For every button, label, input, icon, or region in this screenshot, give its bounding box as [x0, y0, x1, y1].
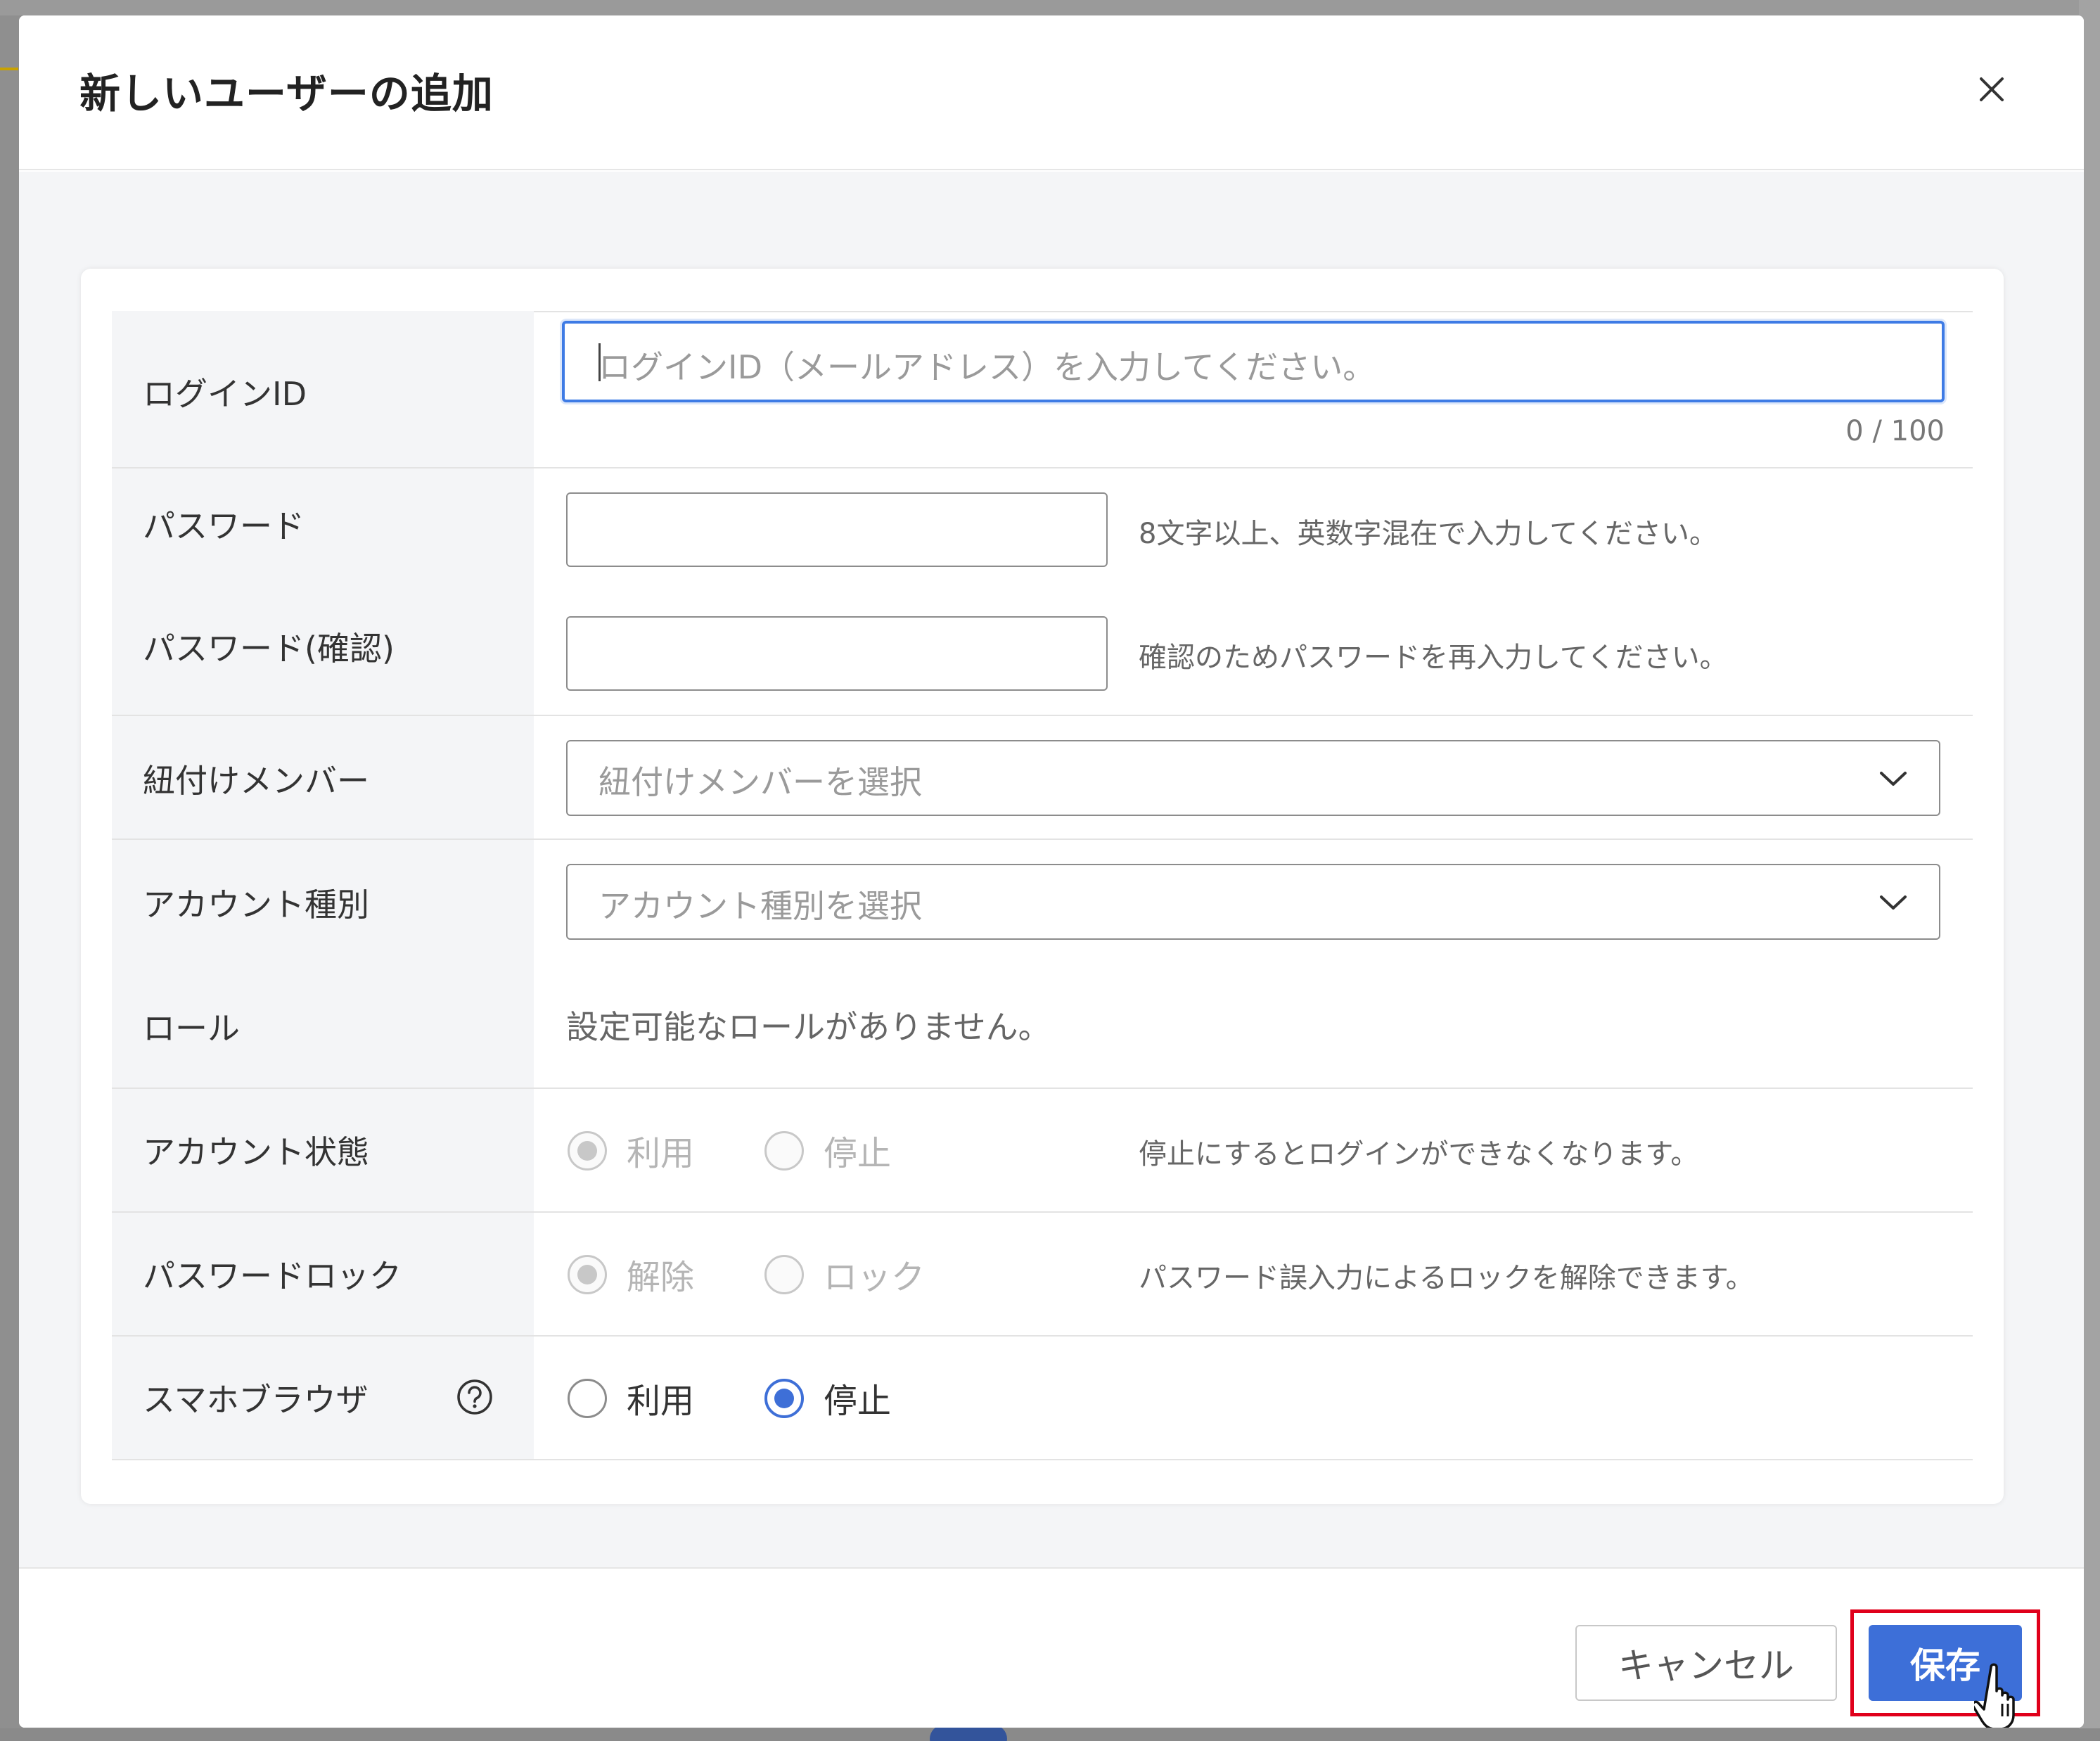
password-hint: 8文字以上、英数字混在で入力してください。 — [1139, 518, 1718, 550]
help-icon[interactable] — [455, 1377, 494, 1417]
login-id-input[interactable]: ログインID（メールアドレス）を入力してください。 — [562, 321, 1945, 402]
role-label: ロール — [143, 1009, 240, 1047]
member-select[interactable]: 紐付けメンバーを選択 — [566, 740, 1940, 816]
row-login-id: ログインID ログインID（メールアドレス）を入力してください。 0 / 100 — [112, 311, 1973, 468]
password-confirm-label: パスワード(確認) — [143, 630, 395, 668]
password-lock-release-radio[interactable] — [568, 1255, 607, 1294]
background-footer — [0, 1728, 2100, 1741]
member-select-placeholder: 紐付けメンバーを選択 — [598, 763, 922, 801]
row-member: 紐付けメンバー 紐付けメンバーを選択 — [112, 716, 1973, 840]
password-label: パスワード — [143, 507, 305, 545]
row-password: パスワード 8文字以上、英数字混在で入力してください。 パスワード(確認) 確認… — [112, 468, 1973, 716]
login-id-label: ログインID — [143, 375, 307, 413]
account-status-stopped-label: 停止 — [824, 1134, 892, 1173]
password-lock-label: パスワードロック — [143, 1257, 402, 1295]
row-password-lock: パスワードロック 解除 ロック パスワード誤入力によるロックを解除できます。 — [112, 1213, 1973, 1337]
row-account-type: アカウント種別 アカウント種別を選択 ロール 設定可能なロールがありません。 — [112, 840, 1973, 1089]
password-input[interactable] — [566, 492, 1108, 567]
password-lock-lock-radio[interactable] — [764, 1255, 804, 1294]
mobile-browser-label: スマホブラウザ — [143, 1381, 369, 1419]
password-confirm-input[interactable] — [566, 616, 1108, 691]
chevron-down-icon — [1880, 895, 1907, 910]
account-status-hint: 停止にするとログインができなくなります。 — [1139, 1138, 1699, 1171]
account-status-active-radio[interactable] — [568, 1131, 607, 1171]
dialog-footer: キャンセル 保存 — [19, 1567, 2084, 1728]
password-lock-release-label: 解除 — [627, 1258, 695, 1297]
account-status-active-label: 利用 — [627, 1134, 695, 1173]
dialog-body: ログインID ログインID（メールアドレス）を入力してください。 0 / 100… — [19, 172, 2084, 1567]
mobile-browser-disable-label: 停止 — [824, 1382, 892, 1421]
background-accent-line — [0, 68, 18, 70]
background-toolbar — [0, 0, 2100, 15]
password-confirm-hint: 確認のためパスワードを再入力してください。 — [1139, 642, 1728, 674]
password-lock-hint: パスワード誤入力によるロックを解除できます。 — [1139, 1262, 1754, 1294]
dialog-header: 新しいユーザーの追加 — [19, 15, 2084, 170]
account-status-label: アカウント状態 — [143, 1133, 369, 1171]
member-label: 紐付けメンバー — [143, 762, 369, 800]
row-account-status: アカウント状態 利用 停止 停止にするとログインができなくなります。 — [112, 1089, 1973, 1213]
mobile-browser-disable-radio[interactable] — [764, 1379, 804, 1418]
close-icon[interactable] — [1967, 65, 2016, 114]
form-card: ログインID ログインID（メールアドレス）を入力してください。 0 / 100… — [81, 269, 2004, 1504]
dialog-title: 新しいユーザーの追加 — [79, 70, 494, 117]
password-lock-lock-label: ロック — [824, 1258, 926, 1297]
chevron-down-icon — [1880, 772, 1907, 786]
hand-pointer-icon — [1974, 1663, 2015, 1728]
mobile-browser-enable-radio[interactable] — [568, 1379, 607, 1418]
account-type-select[interactable]: アカウント種別を選択 — [566, 864, 1940, 940]
cancel-button[interactable]: キャンセル — [1575, 1625, 1837, 1701]
add-user-dialog: 新しいユーザーの追加 ログインID ログインID（メールアドレス）を入力してくだ… — [19, 15, 2084, 1728]
row-mobile-browser: スマホブラウザ 利用 停止 — [112, 1337, 1973, 1460]
account-type-select-placeholder: アカウント種別を選択 — [598, 887, 922, 925]
account-type-label: アカウント種別 — [143, 886, 369, 924]
mobile-browser-enable-label: 利用 — [627, 1382, 695, 1421]
role-empty-message: 設定可能なロールがありません。 — [566, 1008, 1051, 1046]
account-status-stopped-radio[interactable] — [764, 1131, 804, 1171]
login-id-placeholder: ログインID（メールアドレス）を入力してください。 — [598, 348, 1376, 386]
login-id-counter: 0 / 100 — [1845, 415, 1945, 447]
